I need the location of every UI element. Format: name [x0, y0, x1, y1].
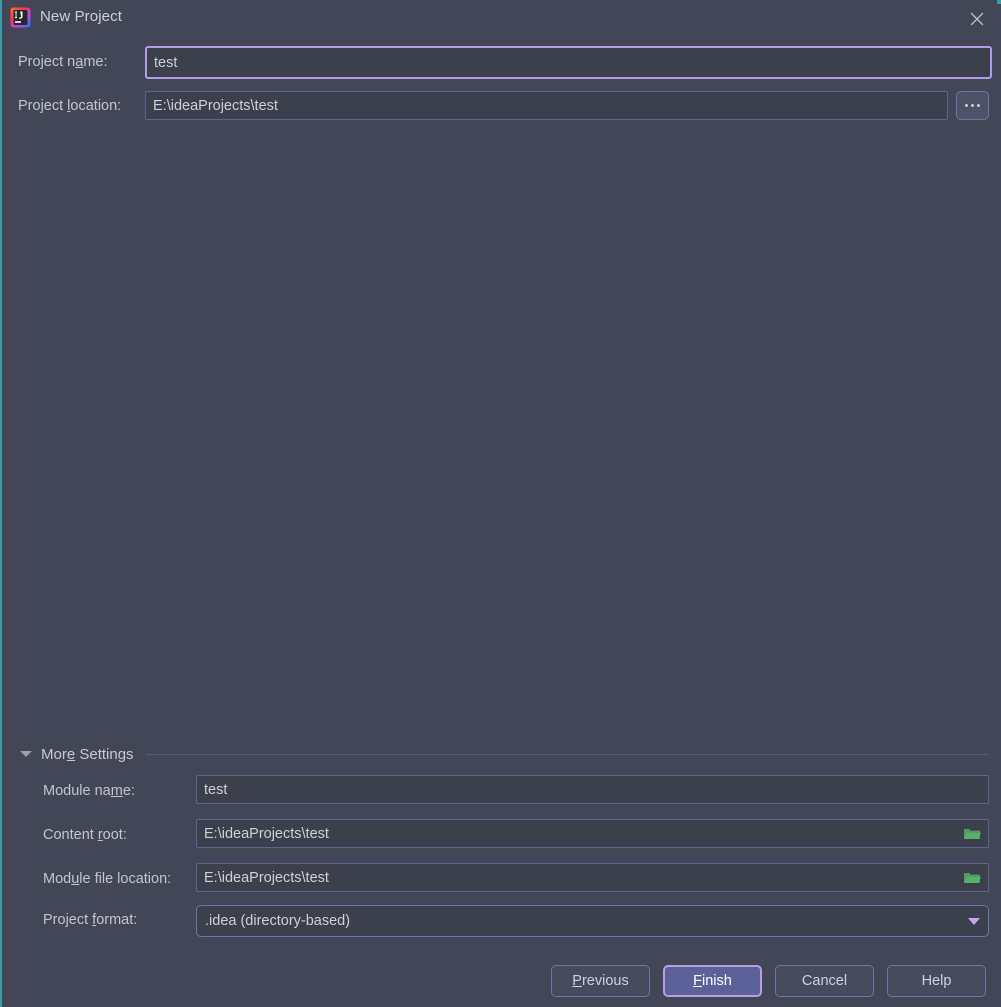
project-location-value: E:\ideaProjects\test [153, 97, 278, 114]
button-label-suffix: inish [702, 973, 732, 989]
label-prefix: Project [43, 912, 93, 928]
chevron-down-icon [968, 917, 980, 925]
button-label-mnemonic: P [572, 973, 582, 989]
module-name-value: test [204, 781, 228, 798]
more-settings-toggle[interactable]: More Settings [20, 742, 995, 766]
label-suffix: oot: [102, 827, 127, 843]
triangle-down-icon [20, 751, 32, 757]
close-icon[interactable] [963, 5, 991, 31]
button-label-prefix: Cancel [801, 973, 848, 989]
label-suffix: e: [122, 783, 135, 799]
button-label-mnemonic: F [693, 973, 703, 989]
label-suffix: Settings [75, 745, 134, 763]
project-format-selected-value: .idea (directory-based) [205, 913, 351, 929]
label-prefix: Content [43, 827, 98, 843]
button-label-prefix: Help [921, 973, 952, 989]
module-file-location-label: Module file location: [43, 871, 171, 887]
label-prefix: Project [18, 98, 68, 114]
project-location-input[interactable]: E:\ideaProjects\test [145, 91, 948, 120]
more-settings-label: More Settings [41, 746, 134, 763]
browse-location-button[interactable] [956, 91, 989, 120]
label-suffix: ormat: [96, 912, 138, 928]
label-prefix: Mor [41, 745, 67, 763]
previous-button[interactable]: Previous [551, 965, 650, 997]
label-mnemonic: e [66, 745, 76, 763]
label-suffix: me: [83, 54, 108, 70]
help-button[interactable]: Help [887, 965, 986, 997]
dialog-titlebar: New Project [2, 0, 1001, 36]
finish-button[interactable]: Finish [663, 965, 762, 997]
project-format-label: Project format: [43, 912, 137, 928]
label-suffix: ocation: [70, 98, 122, 114]
module-name-input[interactable]: test [196, 775, 989, 804]
content-root-value: E:\ideaProjects\test [204, 825, 329, 842]
ellipsis-icon-dot [965, 104, 968, 107]
folder-icon[interactable] [963, 826, 981, 841]
project-name-input[interactable]: test [145, 46, 992, 79]
intellij-idea-icon [10, 7, 31, 28]
dialog-title: New Project [40, 8, 122, 25]
ellipsis-icon-dot [971, 104, 974, 107]
label-suffix: le file location: [79, 871, 172, 887]
module-file-location-input[interactable]: E:\ideaProjects\test [196, 863, 989, 892]
project-format-select[interactable]: .idea (directory-based) [196, 905, 989, 937]
button-label-suffix: revious [581, 973, 629, 989]
label-prefix: Project n [18, 54, 76, 70]
cancel-button[interactable]: Cancel [775, 965, 874, 997]
module-name-label: Module name: [43, 783, 135, 799]
project-name-value: test [154, 54, 178, 71]
ellipsis-icon-dot [977, 104, 980, 107]
folder-icon[interactable] [963, 870, 981, 885]
content-root-input[interactable]: E:\ideaProjects\test [196, 819, 989, 848]
content-root-label: Content root: [43, 827, 127, 843]
section-divider [145, 753, 989, 755]
project-location-label: Project location: [18, 98, 121, 114]
label-prefix: Mod [43, 871, 72, 887]
module-file-location-value: E:\ideaProjects\test [204, 869, 329, 886]
label-prefix: Module na [43, 783, 111, 799]
new-project-dialog: New Project Project name: test Project l… [0, 0, 1001, 1007]
project-name-label: Project name: [18, 54, 107, 70]
label-mnemonic: m [110, 783, 123, 799]
